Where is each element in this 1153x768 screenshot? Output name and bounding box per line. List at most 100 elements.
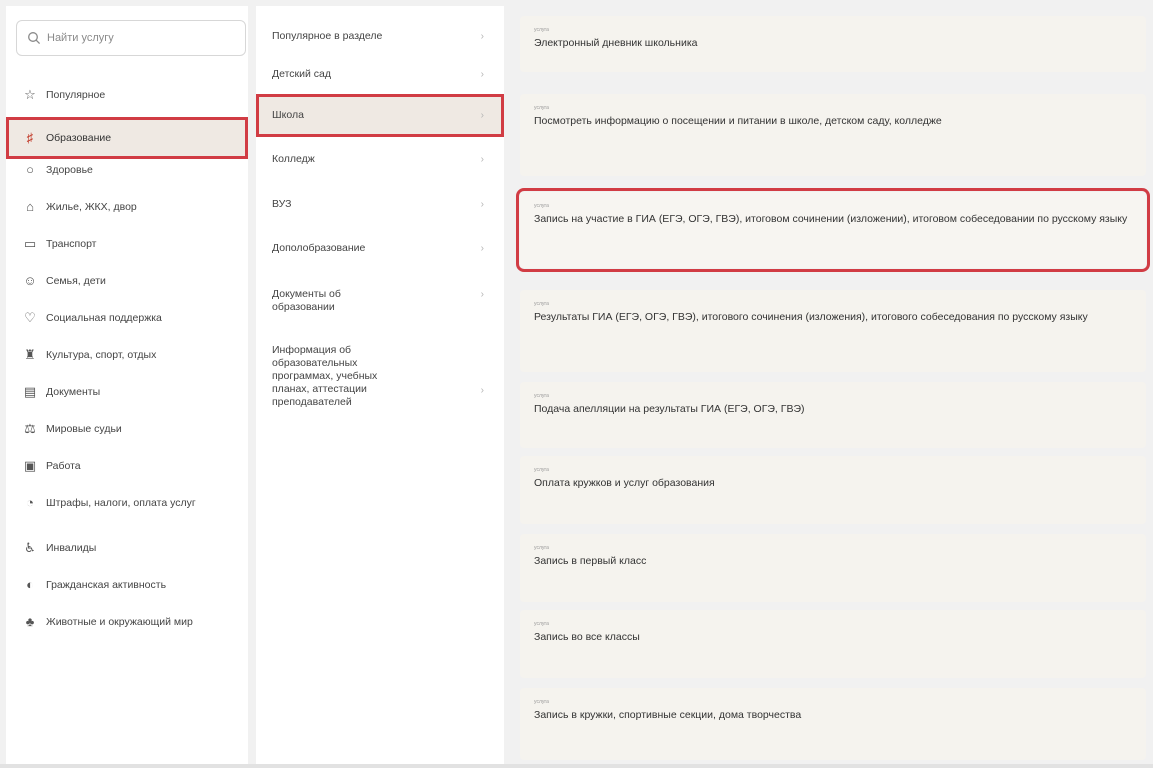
- service-card[interactable]: услуга Посмотреть информацию о посещении…: [520, 94, 1146, 176]
- nature-icon: ♣: [25, 614, 35, 629]
- service-card[interactable]: услуга Запись в кружки, спортивные секци…: [520, 688, 1146, 760]
- category-item-culture[interactable]: ♜ Культура, спорт, отдых: [6, 348, 248, 385]
- subcategory-item-popular[interactable]: Популярное в разделе ›: [256, 30, 504, 43]
- subcategory-label: Популярное в разделе: [272, 30, 383, 42]
- chevron-right-icon: ›: [480, 31, 484, 42]
- bottom-divider: [0, 764, 1153, 768]
- subcategories-panel: Популярное в разделе › Детский сад › Шко…: [256, 6, 504, 768]
- category-item-transport[interactable]: ▭ Транспорт: [6, 237, 248, 274]
- category-label: Семья, дети: [46, 275, 106, 287]
- service-caption: услуга: [534, 301, 549, 307]
- star-icon: ☆: [24, 87, 36, 102]
- category-label: Работа: [46, 460, 81, 472]
- transport-icon: ▭: [23, 236, 37, 251]
- health-icon: ○: [26, 162, 34, 177]
- justice-icon: ⚖: [24, 421, 36, 436]
- education-icon: ♯: [26, 130, 34, 145]
- service-title: Запись в первый класс: [534, 555, 647, 567]
- category-label: Мировые судьи: [46, 423, 122, 435]
- service-title: Посмотреть информацию о посещении и пита…: [534, 115, 942, 127]
- service-caption: услуга: [534, 203, 549, 209]
- service-card[interactable]: услуга Результаты ГИА (ЕГЭ, ОГЭ, ГВЭ), и…: [520, 290, 1146, 372]
- service-title: Запись в кружки, спортивные секции, дома…: [534, 709, 802, 721]
- subcategory-item-university[interactable]: ВУЗ ›: [256, 198, 504, 211]
- chevron-right-icon: ›: [480, 110, 484, 121]
- subcategory-label: Документы об образовании: [272, 288, 341, 313]
- service-card[interactable]: услуга Оплата кружков и услуг образовани…: [520, 456, 1146, 524]
- subcategory-label: Информация об образовательных программах…: [272, 344, 378, 408]
- category-label: Инвалиды: [46, 542, 97, 554]
- search-input[interactable]: [47, 32, 227, 44]
- service-caption: услуга: [534, 467, 549, 473]
- chevron-right-icon: ›: [480, 385, 484, 396]
- category-item-social-support[interactable]: ♡ Социальная поддержка: [6, 311, 248, 348]
- accessibility-icon: ♿: [24, 540, 36, 555]
- search-box[interactable]: [16, 20, 246, 56]
- chevron-right-icon: ›: [480, 289, 484, 300]
- service-caption: услуга: [534, 27, 549, 33]
- subcategory-item-school[interactable]: Школа ›: [256, 94, 504, 137]
- subcategory-label: ВУЗ: [272, 198, 292, 210]
- category-label: Образование: [46, 132, 112, 144]
- culture-icon: ♜: [24, 347, 36, 362]
- wallet-icon: ◔: [26, 495, 34, 510]
- service-title: Результаты ГИА (ЕГЭ, ОГЭ, ГВЭ), итоговог…: [534, 311, 1088, 323]
- service-caption: услуга: [534, 621, 549, 627]
- category-item-work[interactable]: ▣ Работа: [6, 459, 248, 496]
- service-card-highlighted[interactable]: услуга Запись на участие в ГИА (ЕГЭ, ОГЭ…: [516, 188, 1150, 272]
- category-label: Транспорт: [46, 238, 97, 250]
- category-item-education[interactable]: ♯ Образование: [6, 117, 248, 159]
- category-label: Документы: [46, 386, 101, 398]
- home-icon: ⌂: [26, 199, 34, 214]
- services-panel: услуга Электронный дневник школьника усл…: [512, 6, 1153, 768]
- category-item-health[interactable]: ○ Здоровье: [6, 163, 248, 200]
- category-item-justice[interactable]: ⚖ Мировые судьи: [6, 422, 248, 459]
- category-item-housing[interactable]: ⌂ Жилье, ЖКХ, двор: [6, 200, 248, 237]
- chevron-right-icon: ›: [480, 243, 484, 254]
- service-title: Подача апелляции на результаты ГИА (ЕГЭ,…: [534, 403, 805, 415]
- category-item-documents[interactable]: ▤ Документы: [6, 385, 248, 422]
- service-title: Оплата кружков и услуг образования: [534, 477, 715, 489]
- service-title: Запись во все классы: [534, 631, 640, 643]
- category-label: Штрафы, налоги, оплата услуг: [46, 497, 196, 509]
- category-label: Популярное: [46, 89, 106, 101]
- category-list: ☆ Популярное ♯ Образование ○ Здоровье ⌂ …: [6, 88, 248, 660]
- briefcase-icon: ▣: [23, 458, 37, 473]
- service-card[interactable]: услуга Запись во все классы: [520, 610, 1146, 678]
- service-caption: услуга: [534, 699, 549, 705]
- chevron-right-icon: ›: [480, 69, 484, 80]
- category-item-civic[interactable]: ◐ Гражданская активность: [6, 578, 248, 615]
- search-icon: [28, 32, 41, 45]
- chevron-right-icon: ›: [480, 154, 484, 165]
- chevron-right-icon: ›: [480, 199, 484, 210]
- category-item-disabled[interactable]: ♿ Инвалиды: [6, 541, 248, 578]
- subcategory-label: Школа: [272, 109, 304, 121]
- heart-icon: ♡: [24, 310, 36, 325]
- service-card[interactable]: услуга Электронный дневник школьника: [520, 16, 1146, 72]
- category-item-family[interactable]: ☺ Семья, дети: [6, 274, 248, 311]
- service-caption: услуга: [534, 105, 549, 111]
- subcategory-label: Колледж: [272, 153, 315, 165]
- subcategory-label: Детский сад: [272, 68, 332, 80]
- category-label: Социальная поддержка: [46, 312, 162, 324]
- category-label: Жилье, ЖКХ, двор: [46, 201, 137, 213]
- service-caption: услуга: [534, 393, 549, 399]
- category-label: Животные и окружающий мир: [46, 616, 193, 628]
- subcategory-item-education-documents[interactable]: Документы об образовании ›: [256, 288, 504, 314]
- subcategory-item-education-programs[interactable]: Информация об образовательных программах…: [256, 344, 504, 409]
- subcategory-item-kindergarten[interactable]: Детский сад ›: [256, 68, 504, 81]
- category-label: Культура, спорт, отдых: [46, 349, 157, 361]
- subcategory-item-extra-education[interactable]: Дополобразование ›: [256, 242, 504, 255]
- category-item-fines[interactable]: ◔ Штрафы, налоги, оплата услуг: [6, 496, 248, 541]
- category-label: Гражданская активность: [46, 579, 167, 591]
- service-title: Запись на участие в ГИА (ЕГЭ, ОГЭ, ГВЭ),…: [534, 213, 1128, 225]
- service-card[interactable]: услуга Подача апелляции на результаты ГИ…: [520, 382, 1146, 448]
- service-caption: услуга: [534, 545, 549, 551]
- subcategory-label: Дополобразование: [272, 242, 366, 254]
- category-item-nature[interactable]: ♣ Животные и окружающий мир: [6, 615, 248, 660]
- service-title: Электронный дневник школьника: [534, 37, 698, 49]
- document-icon: ▤: [23, 384, 37, 399]
- category-label: Здоровье: [46, 164, 93, 176]
- service-card[interactable]: услуга Запись в первый класс: [520, 534, 1146, 602]
- subcategory-item-college[interactable]: Колледж ›: [256, 153, 504, 166]
